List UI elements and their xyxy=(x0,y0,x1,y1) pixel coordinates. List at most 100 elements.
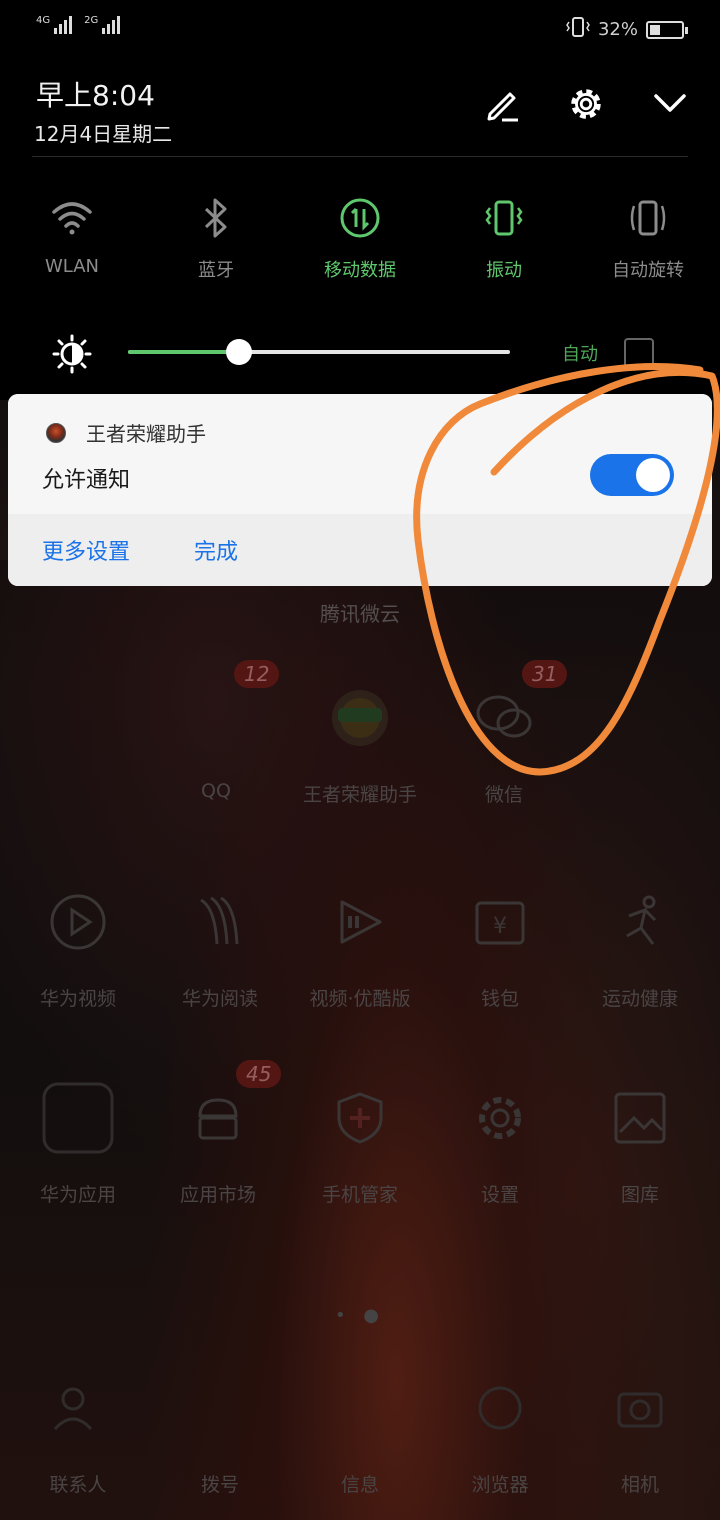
sim1-signal-icon: 4G xyxy=(36,16,73,34)
appgallery-badge: 45 xyxy=(236,1060,282,1088)
app-label: QQ xyxy=(201,780,231,802)
app-label: 视频·优酷版 xyxy=(309,988,411,1010)
app-label: 华为阅读 xyxy=(181,988,258,1010)
app-phone-manager[interactable]: 手机管家 xyxy=(288,1070,432,1207)
wifi-icon xyxy=(0,196,144,240)
app-label: 手机管家 xyxy=(321,1184,398,1206)
app-camera[interactable]: 相机 xyxy=(568,1360,712,1497)
clock-time: 早上8:04 xyxy=(36,79,155,112)
phone-icon xyxy=(172,1360,268,1456)
app-label: 浏览器 xyxy=(471,1474,529,1496)
video-play-icon xyxy=(312,874,408,970)
settings-gear-icon[interactable] xyxy=(566,84,606,124)
app-label: 图库 xyxy=(620,1184,659,1206)
app-label: 设置 xyxy=(480,1184,519,1206)
brightness-row: 自动 xyxy=(0,330,720,376)
toggle-label: 蓝牙 xyxy=(198,260,234,281)
allow-notifications-label: 允许通知 xyxy=(42,468,131,493)
camera-icon xyxy=(592,1360,688,1456)
allow-notifications-switch[interactable] xyxy=(590,454,674,496)
app-qq[interactable]: 12 QQ xyxy=(144,660,288,802)
wzry-assistant-logo-icon xyxy=(46,422,66,443)
brightness-icon xyxy=(52,334,92,378)
wallet-icon: ¥ xyxy=(452,874,548,970)
header-divider xyxy=(32,156,688,157)
toggle-label: 振动 xyxy=(486,260,522,281)
app-appgallery[interactable]: 45 应用市场 xyxy=(146,1060,290,1207)
app-youku-video[interactable]: 视频·优酷版 xyxy=(288,874,432,1011)
brightness-slider-thumb[interactable] xyxy=(225,339,252,365)
app-label: 相机 xyxy=(620,1474,659,1496)
app-contacts[interactable]: 联系人 xyxy=(6,1360,150,1497)
app-huawei-reader[interactable]: 华为阅读 xyxy=(148,874,292,1011)
folder-icon xyxy=(30,1070,126,1166)
toggle-wlan[interactable]: WLAN xyxy=(0,196,144,282)
app-wallet[interactable]: ¥ 钱包 xyxy=(428,874,572,1011)
svg-text:¥: ¥ xyxy=(493,914,507,939)
app-label: 华为视频 xyxy=(39,988,116,1010)
clock-date: 12月4日星期二 xyxy=(34,122,173,146)
app-label: 信息 xyxy=(340,1474,379,1496)
app-label: 钱包 xyxy=(480,988,519,1010)
app-health[interactable]: 运动健康 xyxy=(568,874,712,1011)
app-label: 王者荣耀助手 xyxy=(302,784,417,806)
app-browser[interactable]: 浏览器 xyxy=(428,1360,572,1497)
app-wzry-assistant[interactable]: 王者荣耀助手 xyxy=(288,670,432,807)
app-wechat[interactable]: 31 微信 xyxy=(432,660,576,807)
page-indicator[interactable]: • ● xyxy=(0,1305,720,1326)
bluetooth-icon xyxy=(144,196,288,240)
app-label: 华为应用 xyxy=(39,1184,116,1206)
folder-label-tencent-cloud[interactable]: 腾讯微云 xyxy=(0,598,720,627)
toggle-label: 自动旋转 xyxy=(612,260,684,281)
wzry-assistant-icon xyxy=(312,670,408,766)
brightness-slider[interactable] xyxy=(128,350,510,354)
toggle-auto-rotate[interactable]: 自动旋转 xyxy=(576,196,720,282)
shield-plus-icon xyxy=(312,1070,408,1166)
auto-brightness-label: 自动 xyxy=(562,344,598,365)
done-button[interactable]: 完成 xyxy=(194,534,238,566)
app-label: 应用市场 xyxy=(179,1184,256,1206)
app-gallery[interactable]: 图库 xyxy=(568,1070,712,1207)
more-settings-button[interactable]: 更多设置 xyxy=(42,534,130,566)
quick-toggles: WLAN 蓝牙 移动数据 振动 自动旋转 xyxy=(0,196,720,282)
play-circle-icon xyxy=(30,874,126,970)
auto-rotate-icon xyxy=(576,196,720,240)
app-label: 联系人 xyxy=(49,1474,107,1496)
wechat-badge: 31 xyxy=(522,660,568,688)
app-huawei-video[interactable]: 华为视频 xyxy=(6,874,150,1011)
qq-badge: 12 xyxy=(234,660,280,688)
app-messages[interactable]: 信息 xyxy=(288,1360,432,1497)
toggle-vibrate[interactable]: 振动 xyxy=(432,196,576,282)
app-huawei-apps[interactable]: 华为应用 xyxy=(6,1070,150,1207)
toggle-label: WLAN xyxy=(44,256,100,277)
vibrate-mode-icon xyxy=(566,16,590,43)
gear-icon xyxy=(452,1070,548,1166)
vibrate-icon xyxy=(432,196,576,240)
message-icon xyxy=(312,1360,408,1456)
running-icon xyxy=(592,874,688,970)
battery-icon xyxy=(646,20,688,39)
app-dialer[interactable]: 拨号 xyxy=(148,1360,292,1497)
card-app-name: 王者荣耀助手 xyxy=(86,422,206,446)
chevron-down-icon[interactable] xyxy=(650,84,690,124)
app-label: 运动健康 xyxy=(601,988,678,1010)
browser-icon xyxy=(452,1360,548,1456)
switch-knob xyxy=(636,458,670,492)
toggle-mobile-data[interactable]: 移动数据 xyxy=(288,196,432,282)
notification-shade: 4G 2G 32% 早上8:04 12月4日星期二 WLAN 蓝牙 移动数据 振… xyxy=(0,0,720,400)
edit-pencil-icon[interactable] xyxy=(482,84,522,124)
toggle-label: 移动数据 xyxy=(324,260,396,281)
mobile-data-icon xyxy=(288,196,432,240)
battery-percent: 32% xyxy=(597,19,638,40)
app-settings[interactable]: 设置 xyxy=(428,1070,572,1207)
brightness-slider-fill xyxy=(128,350,239,354)
book-icon xyxy=(172,874,268,970)
app-label: 微信 xyxy=(484,784,523,806)
sim2-signal-icon: 2G xyxy=(84,16,121,34)
auto-brightness-checkbox[interactable] xyxy=(624,338,654,368)
app-label: 拨号 xyxy=(200,1474,239,1496)
home-screen: 腾讯微云 12 QQ 王者荣耀助手 31 微信 华为视频 华为阅读 视频·优酷版… xyxy=(0,560,720,1520)
picture-icon xyxy=(592,1070,688,1166)
toggle-bluetooth[interactable]: 蓝牙 xyxy=(144,196,288,282)
notification-settings-card: 王者荣耀助手 允许通知 更多设置 完成 xyxy=(8,394,712,586)
